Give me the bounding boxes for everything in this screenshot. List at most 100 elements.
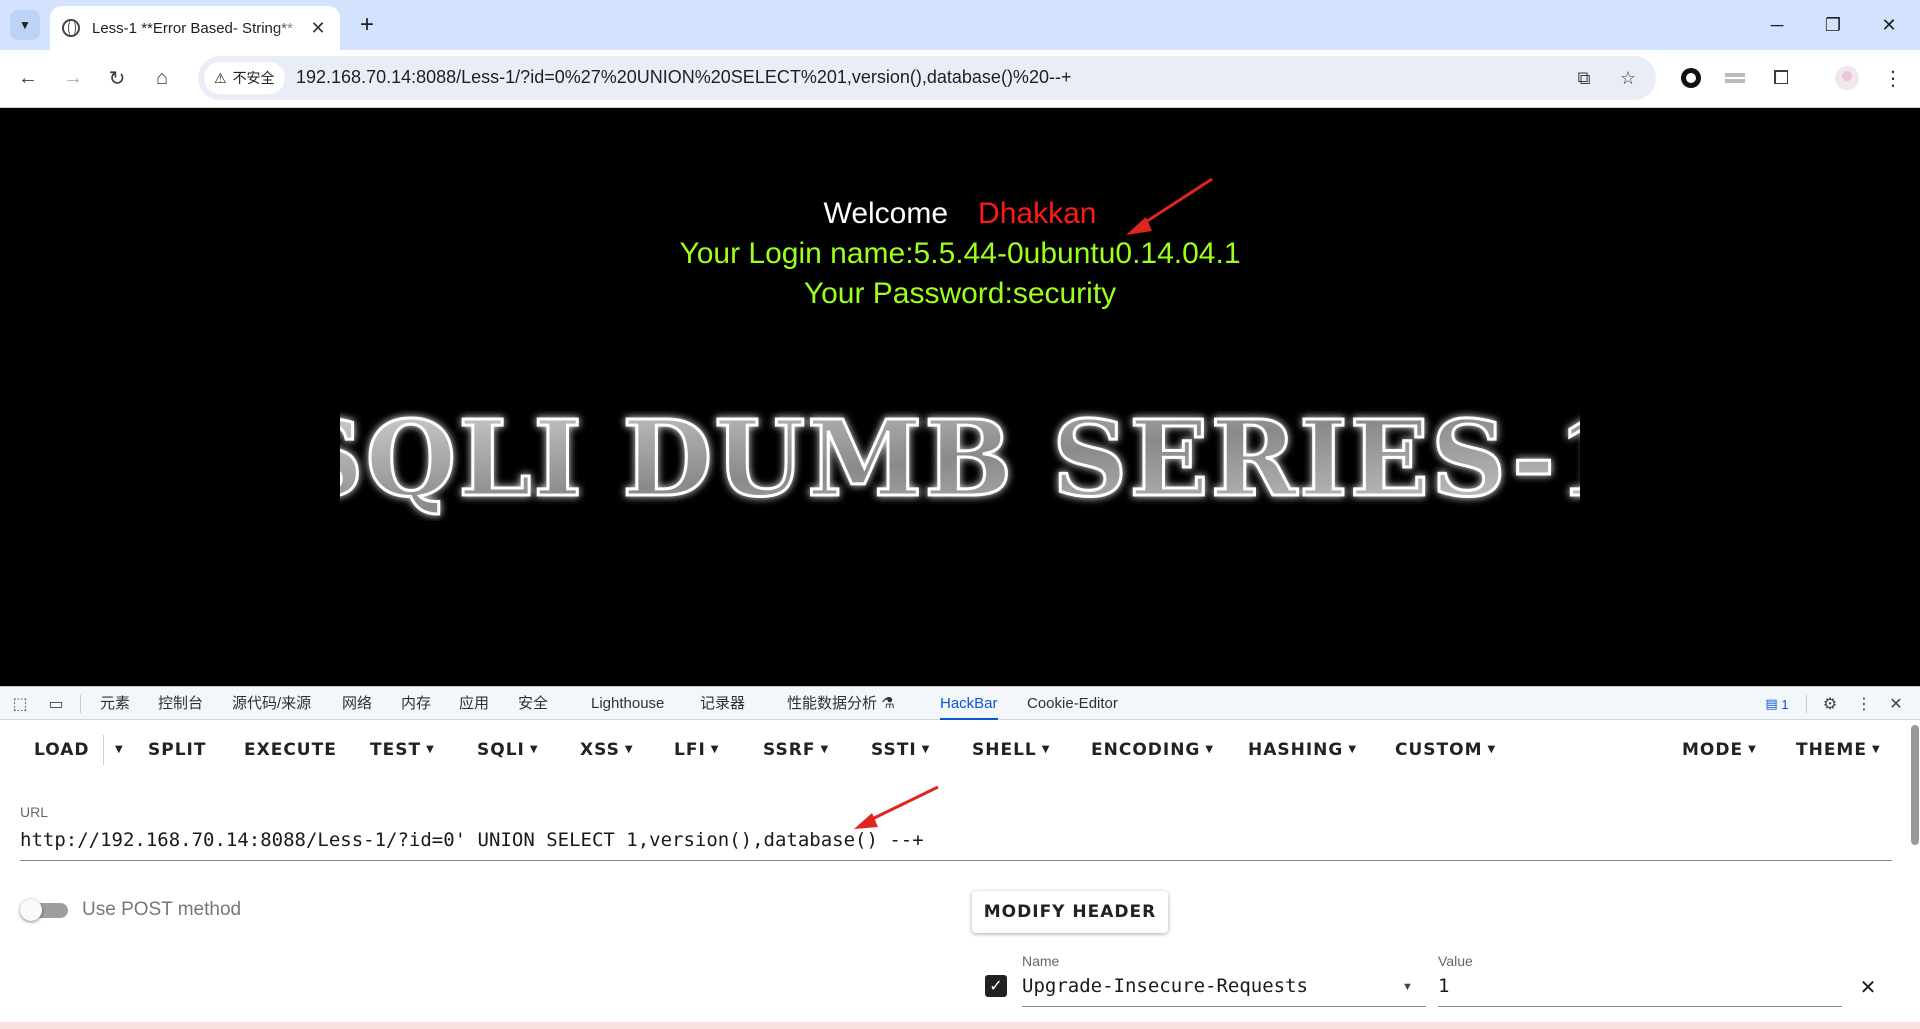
forward-icon[interactable]: → [55, 60, 91, 96]
devtools-scrollbar[interactable] [1911, 725, 1919, 845]
caret-down-icon: ▼ [115, 744, 124, 755]
header-value-label: Value [1438, 953, 1473, 969]
banner-text: SQLI DUMB SERIES-1 [340, 397, 1580, 520]
caret-down-icon: ▼ [820, 744, 830, 755]
execute-button[interactable]: EXECUTE [244, 721, 337, 779]
post-method-label: Use POST method [82, 899, 242, 920]
header-name-dropdown-icon[interactable]: ▼ [1402, 981, 1413, 993]
shell-menu-label: SHELL [972, 740, 1037, 760]
hashing-menu-label: HASHING [1248, 740, 1344, 760]
tab-search-button[interactable]: ▼ [10, 10, 40, 40]
annotation-arrow-user [1126, 177, 1213, 235]
devtools-close-icon[interactable]: ✕ [1884, 692, 1908, 716]
caret-down-icon: ▼ [624, 744, 634, 755]
home-icon[interactable]: ⌂ [144, 60, 180, 96]
hackbar-menu: LOAD ▼ SPLIT EXECUTE TEST ▼ SQLI ▼ XSS ▼ LF… [0, 721, 1920, 779]
devtools-tab-performance[interactable]: 性能数据分析 ⚗ [787, 687, 895, 720]
devtools-tab-recorder[interactable]: 记录器 [700, 687, 745, 720]
hashing-menu-button[interactable]: HASHING ▼ [1248, 721, 1357, 779]
split-button[interactable]: SPLIT [148, 721, 206, 779]
welcome-user-name: Dhakkan [978, 197, 1097, 230]
ssti-menu-label: SSTI [871, 740, 917, 760]
devtools-tab-console[interactable]: 控制台 [158, 687, 203, 720]
security-label: 不安全 [232, 70, 275, 86]
devtools-panel: ⬚ ▭ 元素 控制台 源代码/来源 网络 内存 应用 安全 Lighthouse… [0, 686, 1920, 1029]
profile-avatar-icon[interactable] [1832, 63, 1862, 93]
devtools-tab-elements[interactable]: 元素 [100, 687, 130, 720]
post-method-toggle[interactable] [20, 899, 68, 921]
devtools-menu-icon[interactable]: ⋮ [1852, 692, 1876, 716]
back-icon[interactable]: ← [10, 60, 46, 96]
caret-down-icon: ▼ [1748, 744, 1757, 755]
settings-gear-icon[interactable]: ⚙ [1818, 692, 1842, 716]
test-menu-button[interactable]: TEST ▼ [370, 721, 435, 779]
sqli-menu-button[interactable]: SQLI ▼ [477, 721, 539, 779]
encoding-menu-button[interactable]: ENCODING ▼ [1091, 721, 1214, 779]
url-input[interactable]: http://192.168.70.14:8088/Less-1/?id=0' … [20, 829, 1892, 861]
window-close-icon[interactable]: ✕ [1866, 8, 1912, 42]
xss-menu-button[interactable]: XSS ▼ [580, 721, 634, 779]
welcome-label: Welcome [823, 197, 949, 230]
annotation-arrow-url [854, 785, 939, 829]
lfi-menu-label: LFI [674, 740, 706, 760]
bookmark-star-icon[interactable]: ☆ [1616, 66, 1640, 90]
devtools-tab-security[interactable]: 安全 [518, 687, 548, 720]
tab-close-icon[interactable]: ✕ [308, 18, 328, 39]
load-button[interactable]: LOAD [34, 721, 90, 779]
mode-menu-button[interactable]: MODE ▼ [1682, 721, 1757, 779]
security-indicator[interactable]: ⚠ 不安全 [204, 62, 285, 94]
caret-down-icon: ▼ [710, 744, 720, 755]
toggle-knob [20, 899, 42, 921]
devtools-tab-sources[interactable]: 源代码/来源 [232, 687, 311, 720]
devtools-tab-network[interactable]: 网络 [342, 687, 372, 720]
extension-bars-icon[interactable] [1720, 63, 1750, 93]
extension-circle-icon[interactable] [1676, 63, 1706, 93]
encoding-menu-label: ENCODING [1091, 740, 1201, 760]
reload-icon[interactable]: ↻ [99, 60, 135, 96]
devtools-tab-application[interactable]: 应用 [459, 687, 489, 720]
test-menu-label: TEST [370, 740, 422, 760]
translate-icon[interactable]: ⧉ [1572, 66, 1596, 90]
devtools-tab-memory[interactable]: 内存 [401, 687, 431, 720]
remove-header-icon[interactable]: ✕ [1856, 975, 1880, 999]
url-field-label: URL [20, 804, 49, 820]
flask-icon: ⚗ [881, 695, 895, 712]
devtools-tab-hackbar[interactable]: HackBar [940, 687, 998, 720]
load-dropdown-button[interactable]: ▼ [110, 721, 124, 779]
issues-count: 1 [1781, 696, 1789, 712]
browser-tab-active[interactable]: Less-1 **Error Based- String** ✕ [50, 6, 340, 50]
extensions-puzzle-icon[interactable]: ⧠ [1766, 63, 1796, 93]
login-name-result: Your Login name:5.5.44-0ubuntu0.14.04.1 [679, 237, 1241, 270]
ssti-menu-button[interactable]: SSTI ▼ [871, 721, 930, 779]
caret-down-icon: ▼ [1041, 744, 1051, 755]
restore-icon[interactable]: ❐ [1810, 8, 1856, 42]
custom-menu-button[interactable]: CUSTOM ▼ [1395, 721, 1496, 779]
theme-menu-button[interactable]: THEME ▼ [1796, 721, 1881, 779]
header-enabled-checkbox[interactable]: ✓ [985, 975, 1007, 997]
header-value-input[interactable]: 1 [1438, 975, 1842, 1007]
lfi-menu-button[interactable]: LFI ▼ [674, 721, 719, 779]
header-name-input[interactable]: Upgrade-Insecure-Requests [1022, 975, 1426, 1007]
modify-header-button[interactable]: MODIFY HEADER [972, 891, 1168, 933]
new-tab-button[interactable]: + [352, 10, 382, 40]
issues-counter[interactable]: ▤ 1 [1760, 692, 1794, 716]
tab-strip: ▼ Less-1 **Error Based- String** ✕ + ─ ❐… [0, 0, 1920, 50]
minimize-icon[interactable]: ─ [1754, 8, 1800, 42]
theme-menu-label: THEME [1796, 740, 1867, 760]
chevron-down-icon: ▼ [19, 18, 31, 32]
password-result: Your Password:security [803, 277, 1117, 310]
checkmark-icon: ✓ [989, 978, 1003, 995]
device-toolbar-icon[interactable]: ▭ [44, 692, 68, 716]
address-text[interactable]: 192.168.70.14:8088/Less-1/?id=0%27%20UNI… [296, 67, 1071, 88]
page-viewport: Welcome Dhakkan Your Login name:5.5.44-0u… [0, 109, 1920, 686]
globe-icon [62, 19, 80, 37]
address-bar[interactable]: ⚠ 不安全 192.168.70.14:8088/Less-1/?id=0%27… [198, 56, 1656, 100]
welcome-line: Welcome Dhakkan [0, 197, 1920, 231]
devtools-tab-performance-label: 性能数据分析 [787, 695, 878, 712]
devtools-tab-cookie-editor[interactable]: Cookie-Editor [1027, 687, 1118, 720]
inspect-element-icon[interactable]: ⬚ [8, 692, 32, 716]
ssrf-menu-button[interactable]: SSRF ▼ [763, 721, 829, 779]
shell-menu-button[interactable]: SHELL ▼ [972, 721, 1050, 779]
browser-menu-icon[interactable]: ⋮ [1878, 63, 1908, 93]
devtools-tab-lighthouse[interactable]: Lighthouse [591, 687, 664, 720]
